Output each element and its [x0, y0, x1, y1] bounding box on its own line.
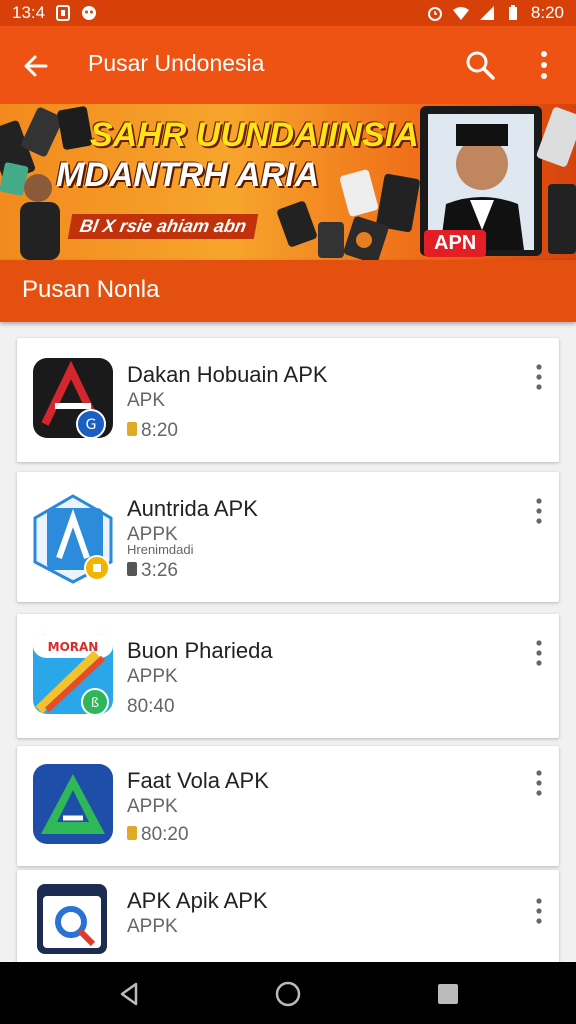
status-bar: 13:4 8:20: [0, 0, 576, 26]
app-list-item[interactable]: Faat Vola APK APPK 80:20: [17, 746, 559, 866]
notification-icon: [82, 6, 97, 20]
system-nav-bar: [0, 962, 576, 1024]
app-name: Faat Vola APK: [127, 768, 269, 793]
signal-icon: [479, 6, 494, 20]
app-type: APPK: [127, 796, 178, 817]
banner-tagline: Bl X rsie ahiam abn: [67, 214, 259, 239]
app-time: 3:26: [141, 560, 178, 581]
app-type: APPK: [127, 916, 178, 937]
more-options-icon[interactable]: [529, 362, 549, 392]
app-name: Dakan Hobuain APK: [127, 362, 328, 387]
nav-back-icon[interactable]: [116, 980, 144, 1008]
lock-icon: [127, 826, 137, 840]
battery-level: 8:20: [530, 3, 564, 22]
app-time: 80:20: [141, 824, 189, 845]
app-name: Auntrida APK: [127, 496, 258, 521]
app-list-item[interactable]: MORAN ß Buon Pharieda APPK 80:40: [17, 614, 559, 738]
app-icon: [33, 494, 113, 584]
app-type: APK: [127, 390, 166, 411]
promo-banner[interactable]: SAHR UUNDAIINSIA MDANTRH ARIA Bl X rsie …: [0, 104, 576, 260]
status-time: 13:4: [12, 3, 46, 22]
banner-badge: APN: [424, 230, 487, 257]
section-title: Pusan Nonla: [22, 276, 160, 303]
more-options-icon[interactable]: [529, 496, 549, 526]
app-name: APK Apik APK: [127, 888, 268, 913]
app-icon: MORAN ß: [33, 634, 113, 714]
app-extra: Hrenimdadi: [127, 542, 194, 557]
nav-recents-icon[interactable]: [434, 980, 462, 1008]
app-list-item[interactable]: APK Apik APK APPK: [17, 870, 559, 970]
app-time: 80:40: [127, 696, 175, 717]
svg-text:G: G: [86, 417, 97, 433]
svg-text:MORAN: MORAN: [48, 640, 99, 654]
app-type: APPK: [127, 666, 178, 687]
banner-headline: SAHR UUNDAIINSIA: [90, 116, 419, 154]
alarm-icon: [427, 7, 442, 21]
back-arrow-icon[interactable]: [20, 50, 52, 82]
page-title: Pusar Undonesia: [88, 50, 265, 76]
svg-text:ß: ß: [91, 696, 99, 711]
battery-icon: [508, 5, 517, 20]
more-options-icon[interactable]: [529, 638, 549, 668]
app-icon: G: [33, 358, 113, 438]
app-icon: [33, 764, 113, 844]
banner-subheadline: MDANTRH ARIA: [56, 156, 320, 194]
search-icon[interactable]: [464, 49, 496, 81]
app-list-item[interactable]: G Dakan Hobuain APK APK 8:20: [17, 338, 559, 462]
app-list-item[interactable]: Auntrida APK APPK Hrenimdadi 3:26: [17, 472, 559, 602]
sim-icon: [56, 5, 71, 21]
app-time: 8:20: [141, 420, 178, 441]
nav-home-icon[interactable]: [274, 980, 302, 1008]
more-options-icon[interactable]: [529, 896, 549, 926]
more-options-icon[interactable]: [529, 768, 549, 798]
section-header: Pusan Nonla: [0, 260, 576, 322]
app-icon: [37, 884, 107, 954]
overflow-menu-icon[interactable]: [530, 48, 558, 82]
app-bar: Pusar Undonesia: [0, 26, 576, 104]
lock-icon: [127, 422, 137, 436]
app-name: Buon Pharieda: [127, 638, 273, 663]
lock-icon: [127, 562, 137, 576]
wifi-icon: [452, 7, 469, 20]
